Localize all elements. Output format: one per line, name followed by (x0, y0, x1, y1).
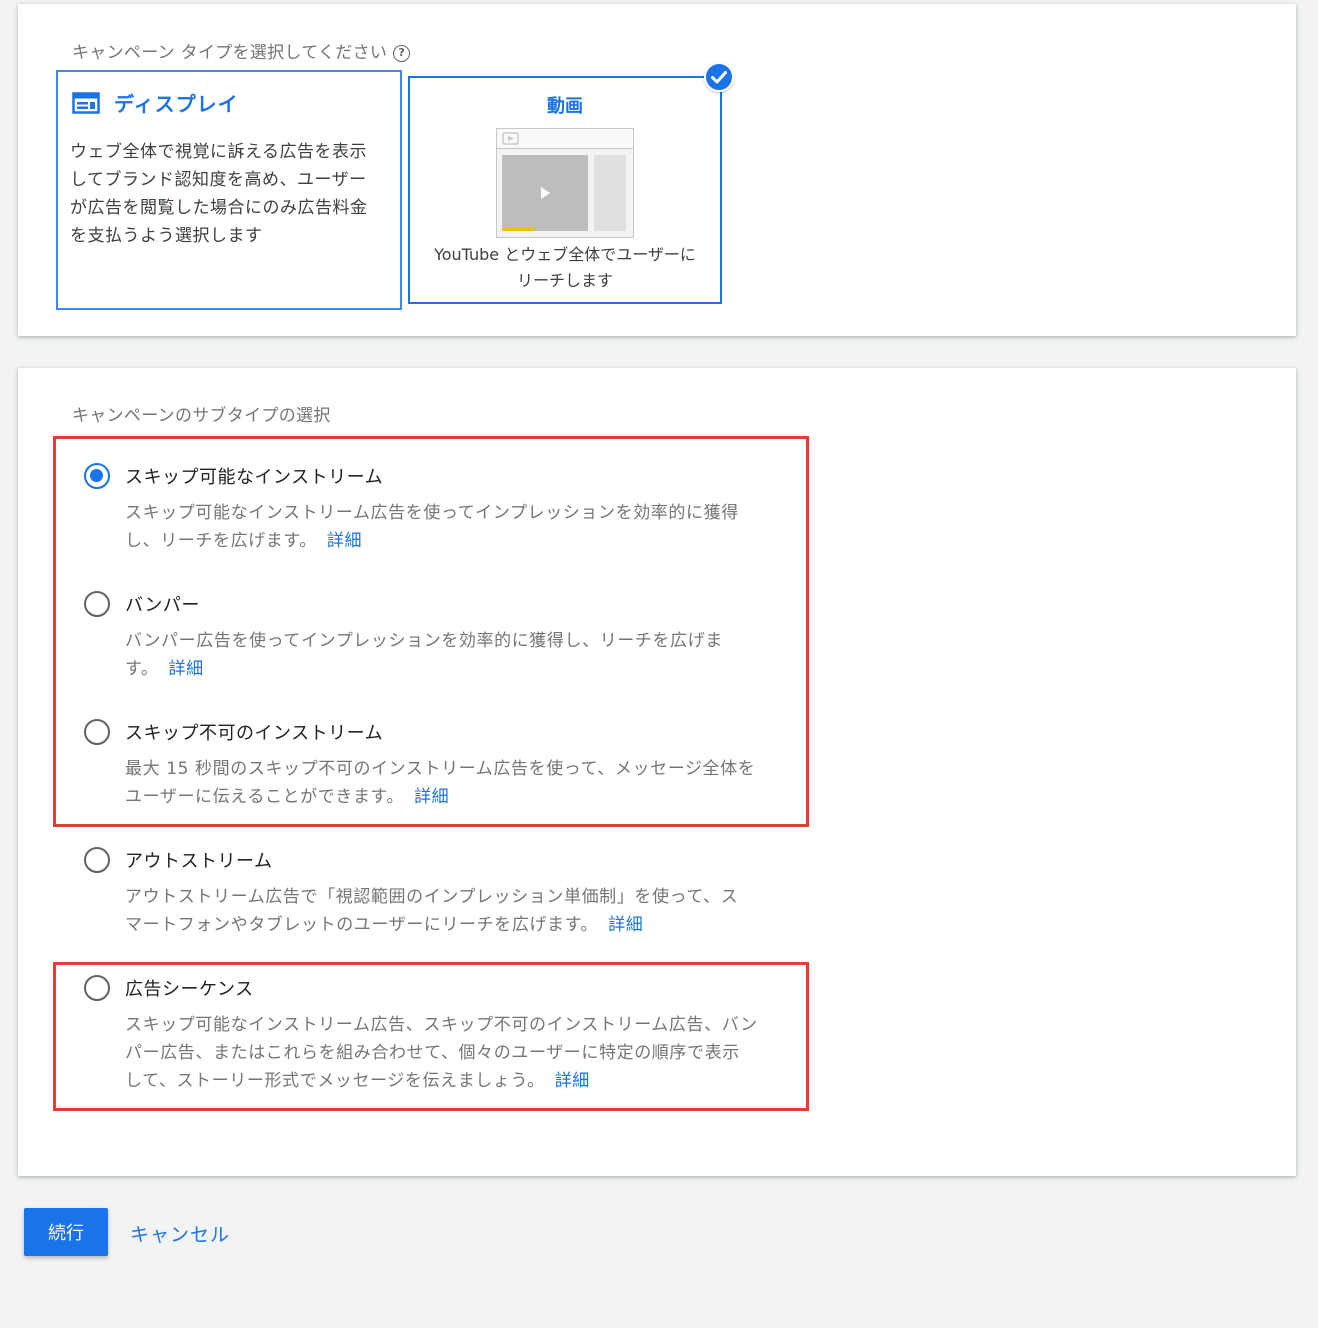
description-line: ユーザーに伝えることができます。 (125, 787, 405, 807)
display-layout-icon (72, 91, 100, 114)
option-title: スキップ可能なインストリーム (125, 467, 384, 488)
radio-button[interactable] (84, 719, 110, 745)
radio-button[interactable] (84, 463, 110, 489)
option-title: アウトストリーム (125, 851, 273, 872)
learn-more-link[interactable]: 詳細 (327, 531, 362, 551)
description-line: 最大 15 秒間のスキップ不可のインストリーム広告を使って、メッセージ全体を (125, 759, 756, 779)
description-line: YouTube とウェブ全体でユーザーに (434, 245, 696, 264)
learn-more-link[interactable]: 詳細 (414, 787, 449, 807)
learn-more-link[interactable]: 詳細 (555, 1071, 590, 1091)
display-type-card[interactable]: ディスプレイ ウェブ全体で視覚に訴える広告を表示 してブランド認知度を高め、ユー… (56, 70, 402, 310)
description-line: が広告を閲覧した場合にのみ広告料金 (70, 198, 368, 218)
description-line: し、リーチを広げます。 (125, 531, 317, 551)
description-line: して、ストーリー形式でメッセージを伝えましょう。 (125, 1071, 545, 1091)
description-line: マートフォンやタブレットのユーザーにリーチを広げます。 (125, 915, 599, 935)
campaign-type-title: キャンペーン タイプを選択してください (72, 43, 388, 63)
radio-button[interactable] (84, 591, 110, 617)
learn-more-link[interactable]: 詳細 (608, 915, 643, 935)
radio-button[interactable] (84, 975, 110, 1001)
option-title: スキップ不可のインストリーム (125, 723, 384, 744)
campaign-type-card: キャンペーン タイプを選択してください? ディスプレイ ウェブ全体で視覚に訴える… (18, 4, 1296, 336)
video-card-description: YouTube とウェブ全体でユーザーに リーチします (410, 242, 720, 294)
option-description: スキップ可能なインストリーム広告、スキップ不可のインストリーム広告、バン パー広… (125, 1011, 795, 1095)
subtype-title: キャンペーンのサブタイプの選択 (72, 406, 331, 426)
help-circle-icon[interactable]: ? (393, 45, 411, 62)
display-card-description: ウェブ全体で視覚に訴える広告を表示 してブランド認知度を高め、ユーザー が広告を… (70, 138, 390, 250)
description-line: スキップ可能なインストリーム広告、スキップ不可のインストリーム広告、バン (125, 1015, 758, 1035)
description-line: アウトストリーム広告で「視認範囲のインプレッション単価制」を使って、ス (125, 887, 739, 907)
option-description: バンパー広告を使ってインプレッションを効率的に獲得し、リーチを広げま す。 詳細 (125, 627, 795, 683)
description-line: ウェブ全体で視覚に訴える広告を表示 (70, 142, 367, 162)
campaign-subtype-card: キャンペーンのサブタイプの選択 スキップ可能なインストリーム スキップ可能なイン… (18, 368, 1296, 1176)
radio-button[interactable] (84, 847, 110, 873)
campaign-type-heading: キャンペーン タイプを選択してください? (72, 38, 411, 63)
option-title: バンパー (125, 595, 200, 616)
video-player-illustration (496, 128, 634, 238)
description-line: リーチします (516, 271, 613, 290)
option-title: 広告シーケンス (125, 979, 254, 1000)
video-card-title: 動画 (547, 96, 583, 117)
description-line: バンパー広告を使ってインプレッションを効率的に獲得し、リーチを広げま (125, 631, 723, 651)
continue-button[interactable]: 続行 (24, 1208, 108, 1256)
description-line: パー広告、またはこれらを組み合わせて、個々のユーザーに特定の順序で表示 (125, 1043, 740, 1063)
description-line: す。 (125, 659, 159, 679)
learn-more-link[interactable]: 詳細 (169, 659, 204, 679)
description-line: してブランド認知度を高め、ユーザー (70, 170, 367, 190)
video-type-card[interactable]: 動画 YouTube とウェブ全体でユーザーに リーチします (408, 76, 722, 304)
cancel-button[interactable]: キャンセル (130, 1220, 230, 1247)
selected-check-icon (704, 62, 734, 92)
description-line: スキップ可能なインストリーム広告を使ってインプレッションを効率的に獲得 (125, 503, 739, 523)
option-description: 最大 15 秒間のスキップ不可のインストリーム広告を使って、メッセージ全体を ユ… (125, 755, 795, 811)
option-description: スキップ可能なインストリーム広告を使ってインプレッションを効率的に獲得 し、リー… (125, 499, 795, 555)
display-card-title: ディスプレイ (114, 92, 239, 116)
option-description: アウトストリーム広告で「視認範囲のインプレッション単価制」を使って、ス マートフ… (125, 883, 795, 939)
description-line: を支払うよう選択します (70, 226, 263, 246)
